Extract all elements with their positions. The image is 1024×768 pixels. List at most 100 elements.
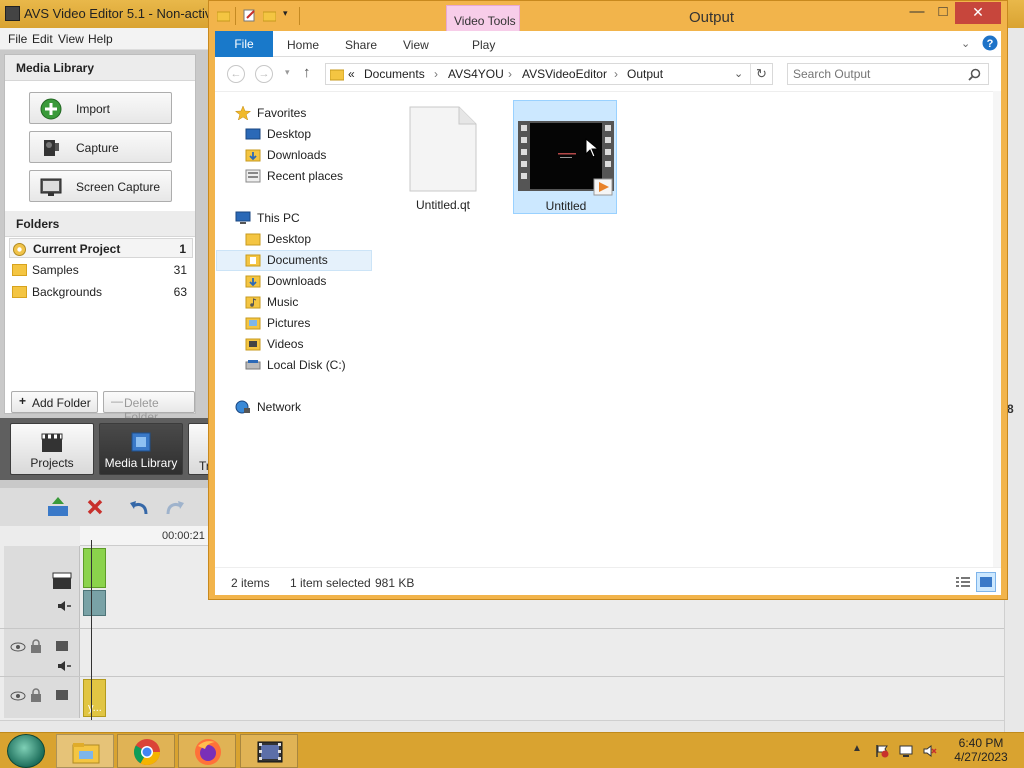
video-clip[interactable] [83, 548, 106, 588]
breadcrumb-avs4you[interactable]: AVS4YOU [448, 67, 504, 81]
screen-capture-label: Screen Capture [76, 180, 161, 194]
tab-play[interactable]: Play [472, 38, 495, 52]
folder-count: 1 [179, 242, 186, 256]
redo-icon[interactable] [164, 498, 186, 516]
nav-pc-local-disk[interactable]: Local Disk (C:) [215, 355, 371, 375]
menu-file[interactable]: File [8, 32, 27, 46]
action-center-flag-icon[interactable] [875, 744, 889, 758]
large-icons-view-icon[interactable] [976, 572, 996, 592]
address-bar[interactable]: « Documents › AVS4YOU › AVSVideoEditor ›… [325, 63, 773, 85]
breadcrumb-documents[interactable]: Documents [364, 67, 425, 81]
taskbar-chrome[interactable] [117, 734, 175, 768]
nav-pc-pictures[interactable]: Pictures [215, 313, 371, 333]
taskbar-avs-video-editor[interactable] [240, 734, 298, 768]
back-button[interactable]: ← [227, 65, 245, 83]
delete-icon[interactable] [86, 498, 104, 516]
network-tray-icon[interactable] [899, 744, 913, 758]
media-library-icon [131, 432, 151, 452]
tab-home[interactable]: Home [287, 38, 319, 52]
start-button[interactable] [7, 734, 45, 768]
customize-qat-icon[interactable]: ▾ [283, 8, 288, 19]
lock-icon[interactable] [30, 639, 42, 653]
menu-edit[interactable]: Edit [32, 32, 53, 46]
screen-capture-button[interactable]: Screen Capture [29, 170, 172, 202]
nav-favorites-downloads[interactable]: Downloads [215, 145, 371, 165]
nav-pc-videos[interactable]: Videos [215, 334, 371, 354]
folder-backgrounds[interactable]: Backgrounds 63 [9, 282, 193, 302]
timeline-playhead[interactable] [91, 540, 92, 720]
nav-pc-downloads[interactable]: Downloads [215, 271, 371, 291]
menu-help[interactable]: Help [88, 32, 113, 46]
search-icon[interactable] [968, 68, 981, 81]
eye-icon[interactable] [10, 691, 26, 701]
nav-pc-desktop[interactable]: Desktop [215, 229, 371, 249]
tab-projects[interactable]: Projects [10, 423, 94, 475]
nav-favorites[interactable]: Favorites [215, 103, 371, 123]
help-icon[interactable]: ? [982, 35, 998, 51]
show-hidden-icons-icon[interactable]: ▲ [852, 743, 862, 754]
nav-item-label: Downloads [267, 148, 327, 162]
nav-favorites-desktop[interactable]: Desktop [215, 124, 371, 144]
breadcrumb-avsvideoeditor[interactable]: AVSVideoEditor [522, 67, 607, 81]
tab-transitions[interactable]: Tr [188, 423, 210, 475]
folders-heading: Folders [5, 211, 195, 237]
explorer-content: Favorites Desktop Downloads Recent place… [215, 91, 1001, 567]
tab-file[interactable]: File [215, 31, 273, 57]
speaker-icon[interactable] [56, 600, 72, 612]
nav-pc-music[interactable]: Music [215, 292, 371, 312]
delete-folder-button[interactable]: — Delete Folder [103, 391, 195, 424]
nav-favorites-recent-places[interactable]: Recent places [215, 166, 371, 186]
avs-menu-bar: File Edit View Help [0, 28, 210, 50]
new-folder-icon[interactable] [263, 9, 276, 22]
search-box[interactable] [787, 63, 989, 85]
menu-view[interactable]: View [58, 32, 84, 46]
computer-icon [235, 211, 251, 224]
up-button[interactable]: ↑ [303, 64, 311, 81]
audio-clip[interactable] [83, 590, 106, 616]
volume-muted-icon[interactable] [923, 744, 937, 758]
folder-icon [245, 233, 261, 246]
folder-samples[interactable]: Samples 31 [9, 260, 193, 280]
refresh-icon[interactable]: ↻ [756, 66, 767, 82]
add-folder-button[interactable]: + Add Folder [11, 391, 98, 413]
close-button[interactable]: ✕ [955, 2, 1001, 24]
timeline-horizontal-scrollbar[interactable] [0, 720, 1004, 732]
tab-share[interactable]: Share [345, 38, 377, 52]
storyboard-icon[interactable] [46, 496, 70, 518]
capture-button[interactable]: Capture [29, 131, 172, 163]
breadcrumb-output[interactable]: Output [627, 67, 663, 81]
system-clock[interactable]: 6:40 PM 4/27/2023 [946, 736, 1016, 764]
explorer-scrollbar[interactable] [993, 91, 1001, 567]
maximize-button[interactable]: □ [929, 3, 957, 23]
taskbar-firefox[interactable] [178, 734, 236, 768]
breadcrumb-separator: › [508, 67, 512, 81]
speaker-icon[interactable] [56, 660, 72, 672]
forward-button[interactable]: → [255, 65, 273, 83]
address-dropdown-icon[interactable]: ⌄ [734, 67, 743, 80]
nav-pc-documents[interactable]: Documents [215, 250, 371, 270]
nav-this-pc[interactable]: This PC [215, 208, 371, 228]
eye-icon[interactable] [10, 642, 26, 652]
taskbar-file-explorer[interactable] [56, 734, 114, 768]
recent-locations-icon[interactable]: ▾ [285, 67, 290, 78]
expand-ribbon-icon[interactable]: ⌄ [961, 37, 970, 50]
file-untitled-video[interactable]: Untitled [513, 100, 617, 214]
text-clip[interactable]: y... [83, 679, 106, 717]
properties-icon[interactable] [243, 9, 256, 22]
folder-current-project[interactable]: Current Project 1 [9, 238, 193, 258]
import-button[interactable]: Import [29, 92, 172, 124]
tab-media-library[interactable]: Media Library [99, 423, 183, 475]
details-view-icon[interactable] [955, 575, 971, 589]
file-untitled-qt[interactable]: Untitled.qt [391, 100, 495, 214]
address-overflow[interactable]: « [348, 67, 355, 81]
nav-network[interactable]: Network [215, 397, 371, 417]
nav-this-pc-label: This PC [257, 211, 300, 225]
search-input[interactable] [793, 67, 963, 81]
avs-window-title: AVS Video Editor 5.1 - Non-activa [24, 6, 219, 21]
undo-icon[interactable] [128, 498, 150, 516]
tab-view[interactable]: View [403, 38, 429, 52]
firefox-icon [195, 739, 221, 765]
lock-icon[interactable] [30, 688, 42, 702]
svg-text:?: ? [987, 38, 994, 50]
minimize-button[interactable]: — [903, 3, 931, 23]
